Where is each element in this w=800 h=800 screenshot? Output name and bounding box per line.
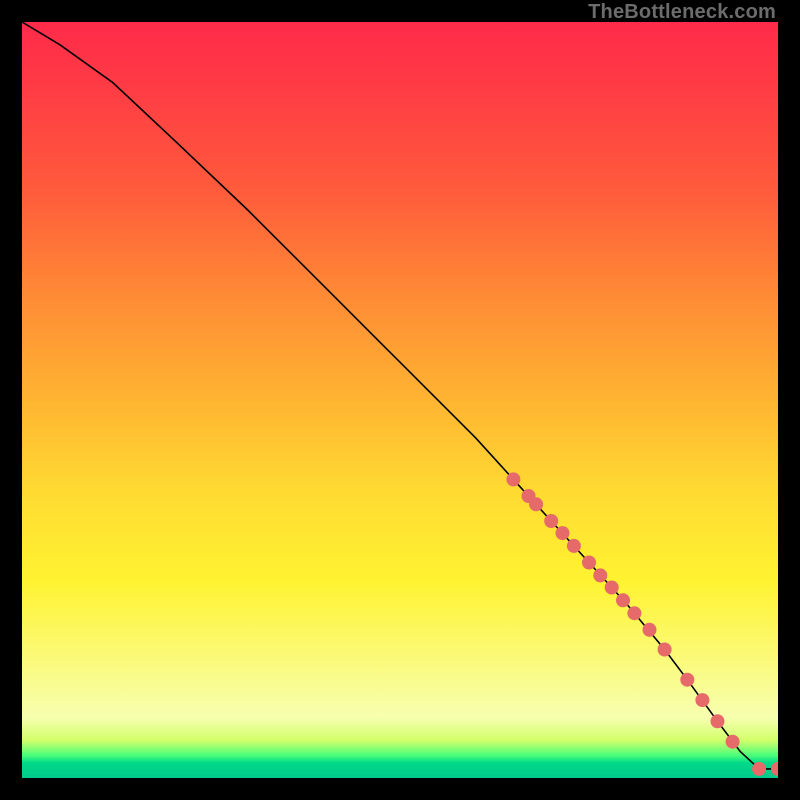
chart-stage: TheBottleneck.com <box>0 0 800 800</box>
data-point <box>544 514 558 528</box>
data-point <box>605 581 619 595</box>
watermark-text: TheBottleneck.com <box>588 0 776 24</box>
data-point <box>556 526 570 540</box>
data-point <box>695 693 709 707</box>
plot-area <box>22 22 778 778</box>
data-point <box>627 606 641 620</box>
chart-svg <box>22 22 778 778</box>
data-point <box>771 762 778 776</box>
points-group <box>506 472 778 776</box>
data-point <box>616 593 630 607</box>
data-point <box>593 568 607 582</box>
data-point <box>643 623 657 637</box>
curve-line <box>22 22 778 769</box>
data-point <box>752 762 766 776</box>
data-point <box>658 643 672 657</box>
data-point <box>680 673 694 687</box>
data-point <box>506 472 520 486</box>
data-point <box>711 714 725 728</box>
data-point <box>726 735 740 749</box>
data-point <box>529 497 543 511</box>
data-point <box>567 539 581 553</box>
data-point <box>582 556 596 570</box>
